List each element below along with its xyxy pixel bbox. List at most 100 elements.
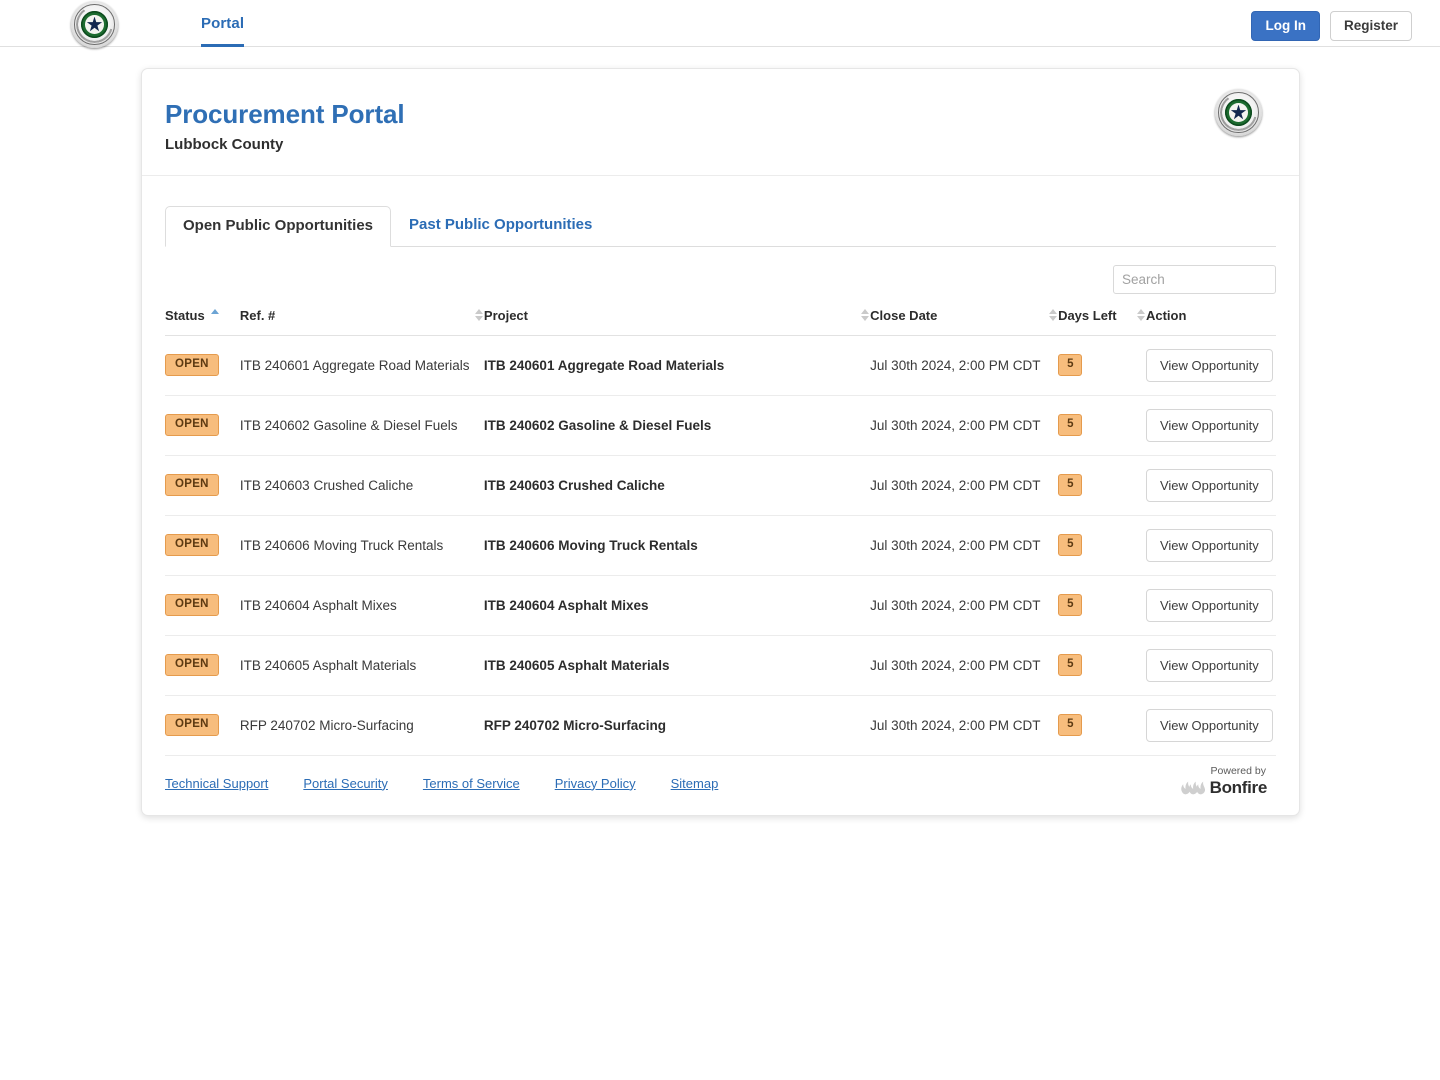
sort-icon[interactable] bbox=[1136, 308, 1146, 322]
footer-link[interactable]: Privacy Policy bbox=[555, 776, 636, 791]
column-header-action: Action bbox=[1145, 307, 1276, 336]
column-header-close-date[interactable]: Close Date bbox=[870, 307, 1059, 336]
tab-past-public-opportunities[interactable]: Past Public Opportunities bbox=[391, 205, 610, 246]
footer-links: Technical Support Portal Security Terms of… bbox=[165, 776, 718, 791]
cell-days-left: 5 bbox=[1058, 335, 1146, 396]
ref-text: ITB 240605 Asphalt Materials bbox=[239, 657, 417, 673]
register-button[interactable]: Register bbox=[1329, 11, 1412, 41]
table-head: Status Ref. # Project Close Date Days Le… bbox=[165, 307, 1276, 336]
cell-days-left: 5 bbox=[1058, 515, 1146, 576]
tab-past-public-opportunities-label: Past Public Opportunities bbox=[409, 215, 593, 233]
nav-tab-portal[interactable]: Portal bbox=[201, 0, 245, 47]
cell-status: OPEN bbox=[165, 575, 240, 636]
ref-text: ITB 240604 Asphalt Mixes bbox=[239, 597, 397, 613]
cell-action: View Opportunity bbox=[1145, 455, 1276, 516]
status-badge: OPEN bbox=[165, 474, 219, 496]
status-badge: OPEN bbox=[165, 594, 219, 616]
days-left-badge: 5 bbox=[1058, 414, 1083, 436]
status-badge: OPEN bbox=[165, 414, 219, 436]
ref-text: ITB 240602 Gasoline & Diesel Fuels bbox=[239, 417, 458, 433]
footer-link[interactable]: Technical Support bbox=[165, 776, 268, 791]
table-row: OPEN ITB 240603 Crushed Caliche ITB 240603… bbox=[165, 455, 1276, 516]
cell-status: OPEN bbox=[165, 635, 240, 696]
table-row: OPEN ITB 240601 Aggregate Road Materials I… bbox=[165, 335, 1276, 396]
seal-icon bbox=[71, 1, 118, 48]
cell-status: OPEN bbox=[165, 335, 240, 396]
column-header-action-label: Action bbox=[1145, 307, 1187, 323]
cell-status: OPEN bbox=[165, 515, 240, 576]
column-header-project[interactable]: Project bbox=[483, 307, 871, 336]
sort-icon[interactable] bbox=[1049, 308, 1058, 322]
project-text: ITB 240602 Gasoline & Diesel Fuels bbox=[483, 417, 712, 433]
footer-link[interactable]: Terms of Service bbox=[423, 776, 520, 791]
close-date-text: Jul 30th 2024, 2:00 PM CDT bbox=[870, 597, 1041, 613]
tab-open-public-opportunities[interactable]: Open Public Opportunities bbox=[165, 205, 392, 247]
project-text: ITB 240604 Asphalt Mixes bbox=[483, 597, 649, 613]
cell-project: ITB 240602 Gasoline & Diesel Fuels bbox=[483, 395, 871, 456]
opportunities-table-wrap: Status Ref. # Project Close Date Days Le… bbox=[165, 307, 1276, 756]
sort-icon[interactable] bbox=[474, 308, 484, 322]
cell-ref: RFP 240702 Micro-Surfacing bbox=[239, 695, 484, 756]
cell-close-date: Jul 30th 2024, 2:00 PM CDT bbox=[870, 515, 1059, 576]
footer-link[interactable]: Sitemap bbox=[671, 776, 719, 791]
sort-icon[interactable] bbox=[861, 308, 870, 322]
opportunities-table: Status Ref. # Project Close Date Days Le… bbox=[165, 307, 1276, 756]
county-seal-logo[interactable] bbox=[71, 1, 118, 48]
project-text: ITB 240601 Aggregate Road Materials bbox=[483, 357, 725, 373]
cell-action: View Opportunity bbox=[1145, 515, 1276, 576]
cell-ref: ITB 240606 Moving Truck Rentals bbox=[239, 515, 484, 576]
cell-close-date: Jul 30th 2024, 2:00 PM CDT bbox=[870, 575, 1059, 636]
bonfire-flame-icon bbox=[1180, 781, 1205, 794]
days-left-badge: 5 bbox=[1058, 654, 1083, 676]
table-body: OPEN ITB 240601 Aggregate Road Materials I… bbox=[165, 335, 1276, 756]
nav-actions: Log In Register bbox=[1251, 11, 1412, 41]
cell-close-date: Jul 30th 2024, 2:00 PM CDT bbox=[870, 335, 1059, 396]
powered-by-bonfire: Powered by Bonfire bbox=[1180, 764, 1268, 798]
cell-ref: ITB 240604 Asphalt Mixes bbox=[239, 575, 484, 636]
view-opportunity-button[interactable]: View Opportunity bbox=[1145, 468, 1273, 502]
cell-days-left: 5 bbox=[1058, 695, 1146, 756]
cell-project: RFP 240702 Micro-Surfacing bbox=[483, 695, 871, 756]
ref-text: RFP 240702 Micro-Surfacing bbox=[239, 717, 414, 733]
close-date-text: Jul 30th 2024, 2:00 PM CDT bbox=[870, 717, 1041, 733]
column-header-ref[interactable]: Ref. # bbox=[239, 307, 484, 336]
status-badge: OPEN bbox=[165, 534, 219, 556]
cell-close-date: Jul 30th 2024, 2:00 PM CDT bbox=[870, 635, 1059, 696]
column-header-project-label: Project bbox=[483, 307, 528, 323]
column-header-status[interactable]: Status bbox=[165, 307, 240, 336]
ref-text: ITB 240601 Aggregate Road Materials bbox=[239, 357, 470, 373]
column-header-ref-label: Ref. # bbox=[239, 307, 276, 323]
top-navbar: Portal Log In Register bbox=[0, 0, 1440, 48]
column-header-days-left[interactable]: Days Left bbox=[1058, 307, 1146, 336]
search-input[interactable] bbox=[1113, 264, 1276, 294]
table-row: OPEN ITB 240605 Asphalt Materials ITB 2406… bbox=[165, 635, 1276, 696]
cell-action: View Opportunity bbox=[1145, 335, 1276, 396]
cell-days-left: 5 bbox=[1058, 455, 1146, 516]
sort-ascending-icon[interactable] bbox=[210, 308, 220, 322]
cell-status: OPEN bbox=[165, 695, 240, 756]
footer-link[interactable]: Portal Security bbox=[303, 776, 388, 791]
cell-action: View Opportunity bbox=[1145, 635, 1276, 696]
table-row: OPEN ITB 240604 Asphalt Mixes ITB 240604 A… bbox=[165, 575, 1276, 636]
view-opportunity-button[interactable]: View Opportunity bbox=[1145, 648, 1273, 682]
table-row: OPEN ITB 240606 Moving Truck Rentals ITB 2… bbox=[165, 515, 1276, 576]
cell-status: OPEN bbox=[165, 395, 240, 456]
cell-project: ITB 240604 Asphalt Mixes bbox=[483, 575, 871, 636]
log-in-button[interactable]: Log In bbox=[1251, 11, 1320, 41]
table-header-row: Status Ref. # Project Close Date Days Le… bbox=[165, 307, 1276, 336]
powered-by-label: Powered by bbox=[1210, 764, 1266, 777]
view-opportunity-button[interactable]: View Opportunity bbox=[1145, 708, 1273, 742]
cell-project: ITB 240606 Moving Truck Rentals bbox=[483, 515, 871, 576]
cell-ref: ITB 240601 Aggregate Road Materials bbox=[239, 335, 484, 396]
close-date-text: Jul 30th 2024, 2:00 PM CDT bbox=[870, 417, 1041, 433]
view-opportunity-button[interactable]: View Opportunity bbox=[1145, 348, 1273, 382]
view-opportunity-button[interactable]: View Opportunity bbox=[1145, 408, 1273, 442]
bonfire-brand-label: Bonfire bbox=[1209, 778, 1268, 798]
cell-days-left: 5 bbox=[1058, 395, 1146, 456]
view-opportunity-button[interactable]: View Opportunity bbox=[1145, 528, 1273, 562]
project-text: ITB 240605 Asphalt Materials bbox=[483, 657, 670, 673]
view-opportunity-button[interactable]: View Opportunity bbox=[1145, 588, 1273, 622]
project-text: ITB 240606 Moving Truck Rentals bbox=[483, 537, 698, 553]
nav-tab-active-underline bbox=[201, 44, 245, 47]
cell-project: ITB 240605 Asphalt Materials bbox=[483, 635, 871, 696]
